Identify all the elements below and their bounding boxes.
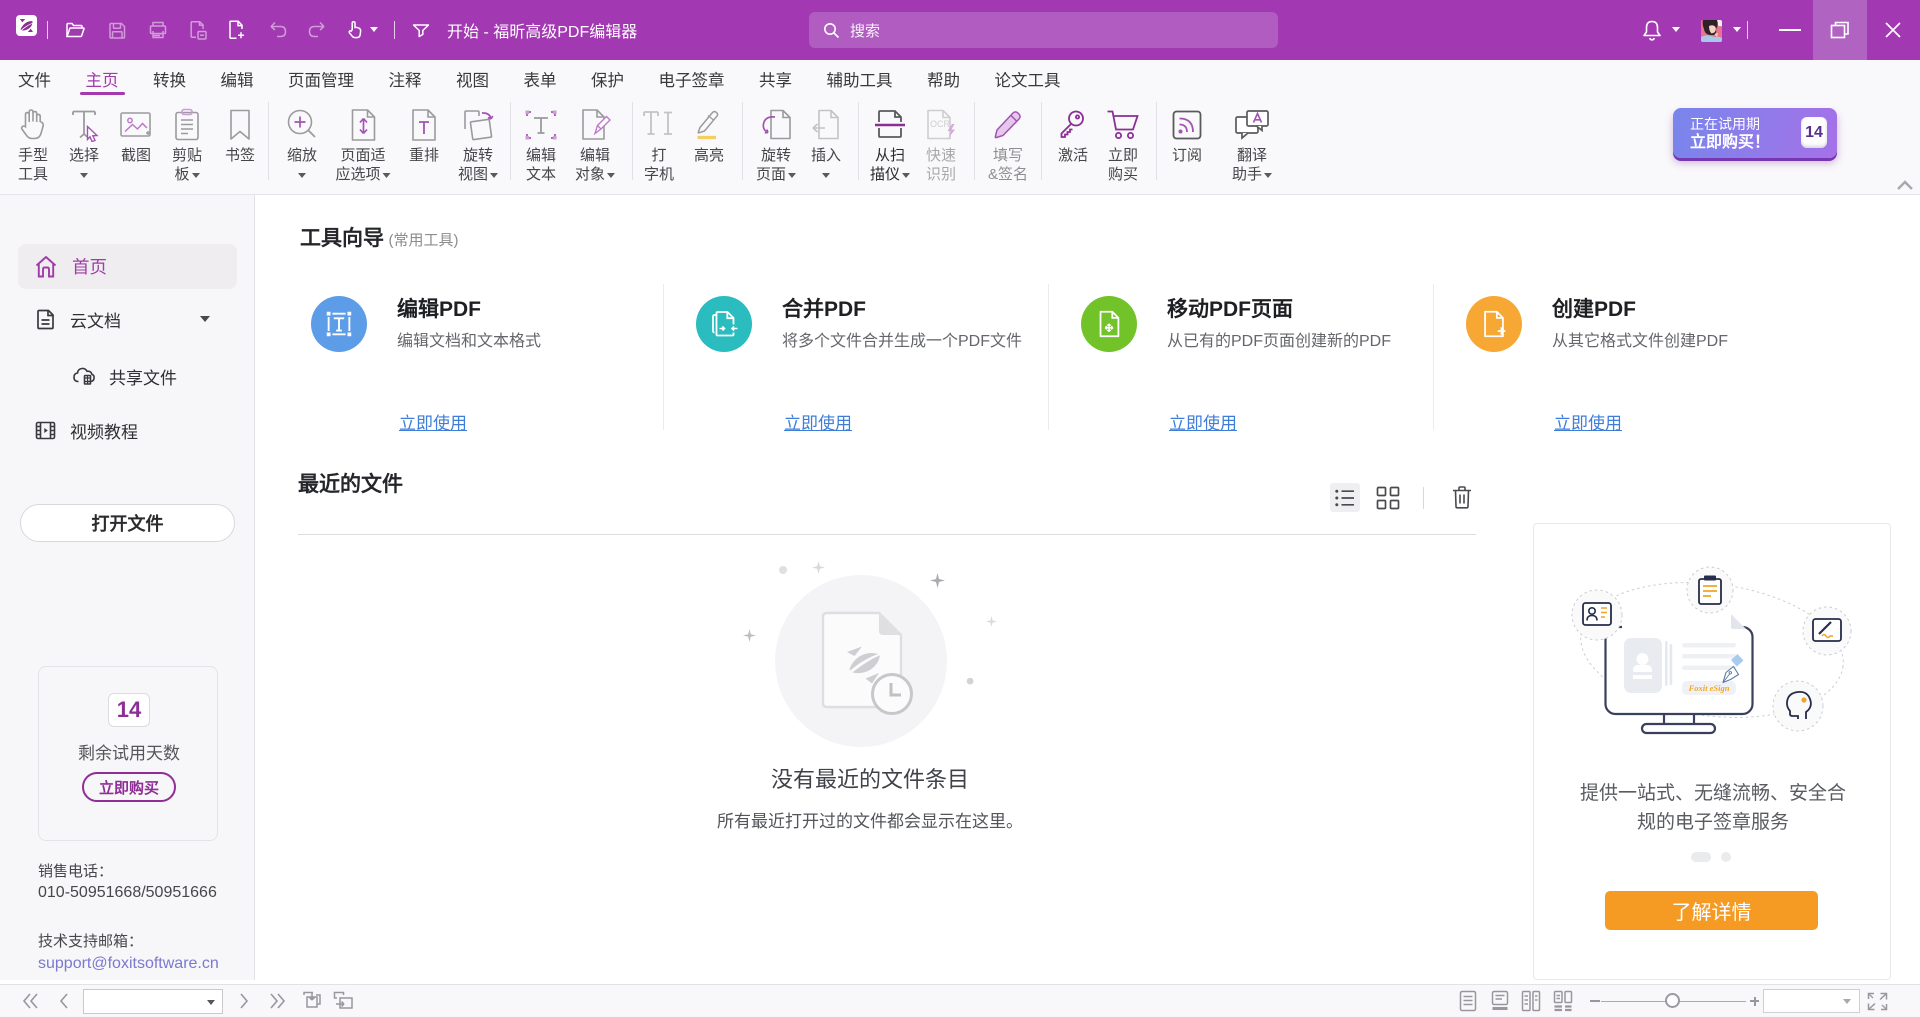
svg-text:Foxit eSign: Foxit eSign [1688,683,1730,693]
svg-text:OCR: OCR [930,119,951,129]
